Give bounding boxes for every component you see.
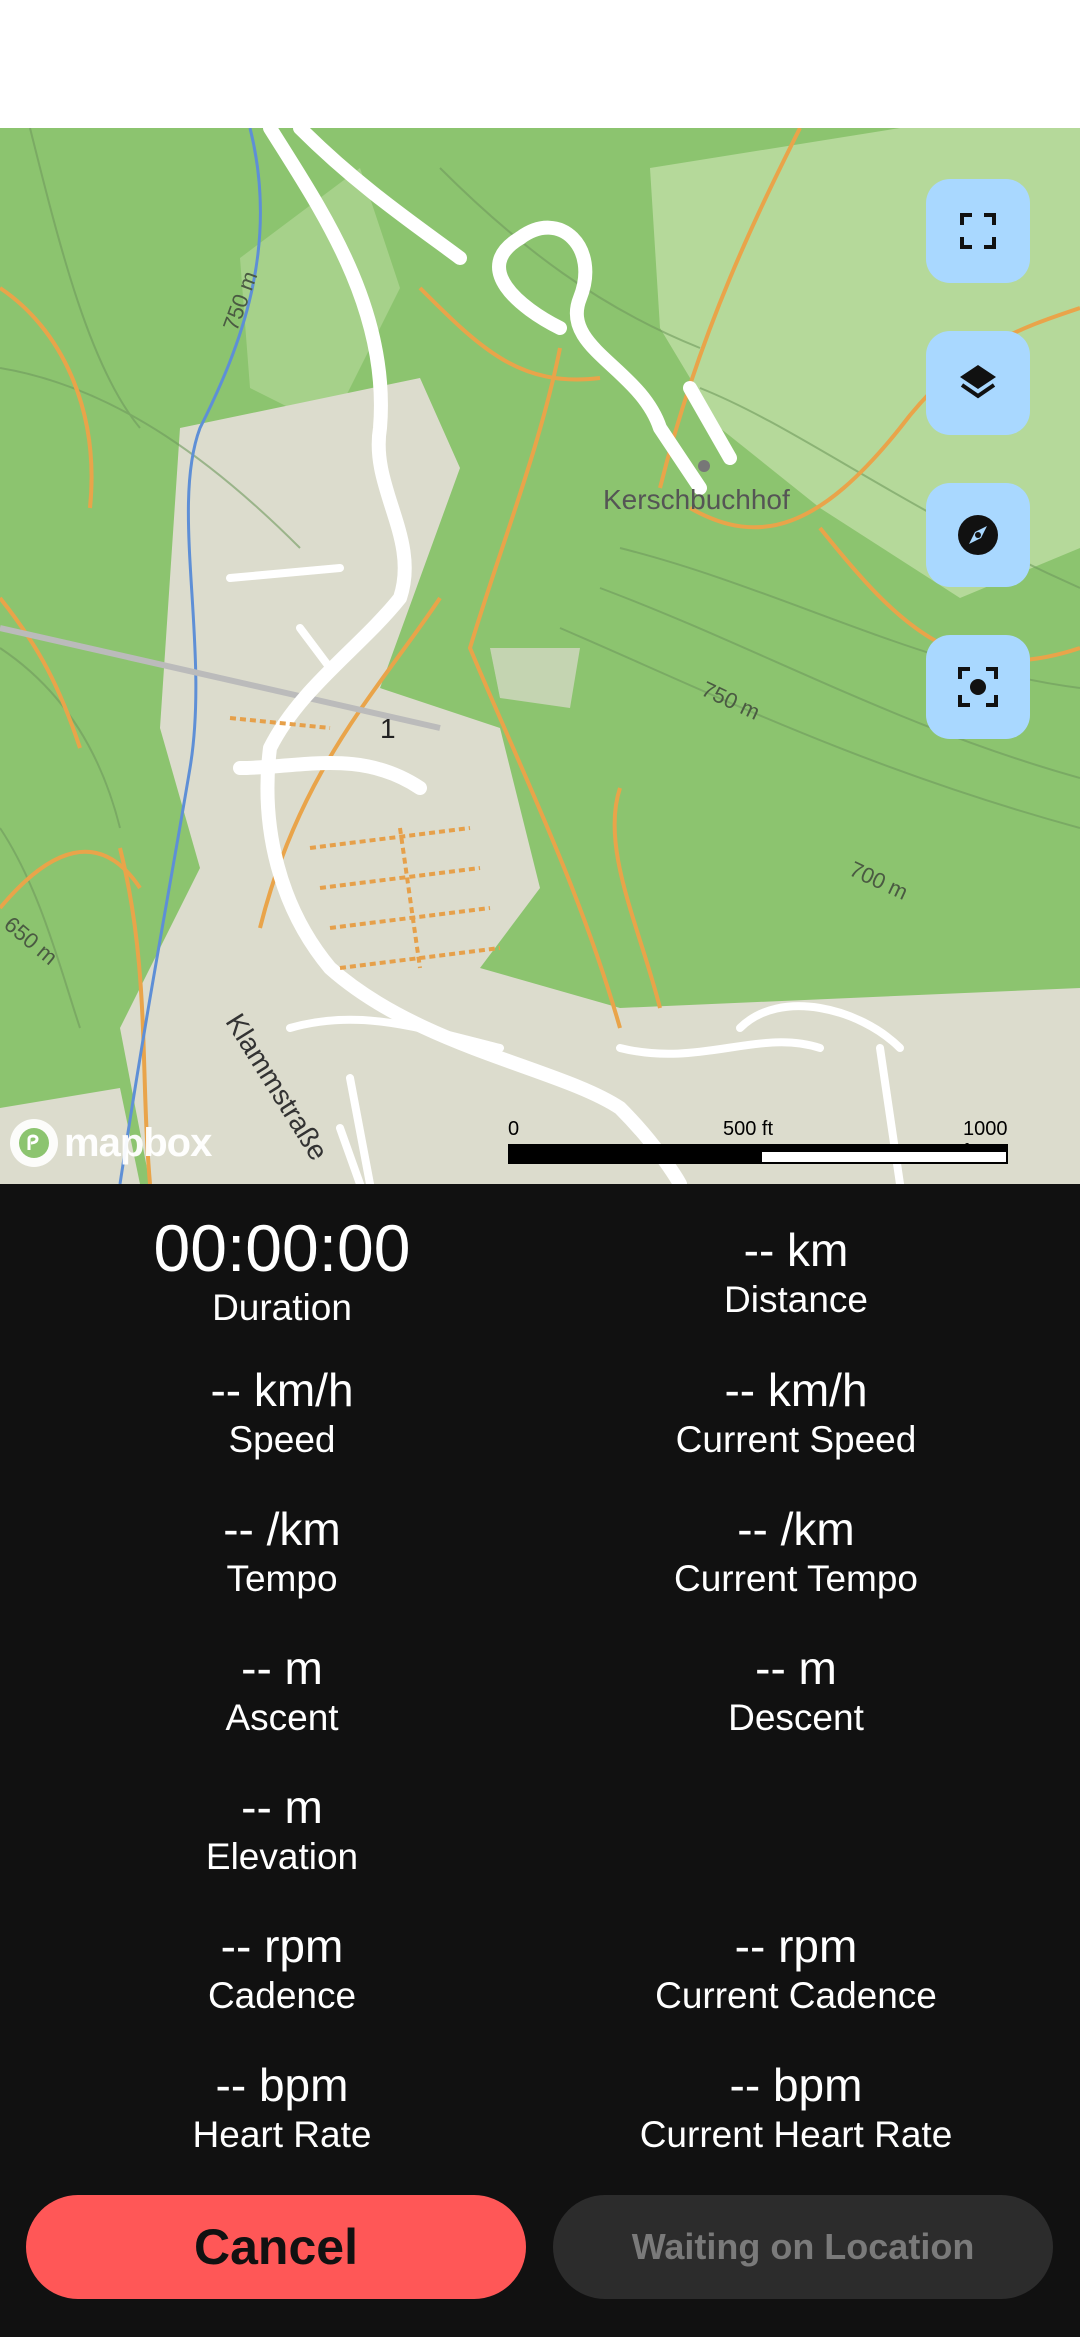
map-terrain bbox=[0, 128, 1080, 1184]
stat-value: -- /km bbox=[737, 1503, 855, 1555]
stat-elevation: -- m Elevation bbox=[12, 1781, 552, 1879]
stat-duration: 00:00:00 Duration bbox=[12, 1212, 552, 1330]
stat-current-cadence: -- rpm Current Cadence bbox=[526, 1920, 1066, 2018]
cancel-button[interactable]: Cancel bbox=[26, 2195, 526, 2299]
stat-label: Duration bbox=[212, 1287, 352, 1328]
stat-label: Elevation bbox=[205, 1836, 359, 1877]
stat-label: Current Tempo bbox=[673, 1558, 919, 1599]
center-location-icon bbox=[958, 667, 998, 707]
stat-value: -- /km bbox=[223, 1503, 341, 1555]
fullscreen-icon bbox=[960, 213, 996, 249]
stat-value: -- km bbox=[743, 1224, 849, 1276]
stat-label: Current Speed bbox=[675, 1419, 917, 1460]
stat-current-tempo: -- /km Current Tempo bbox=[526, 1503, 1066, 1601]
stat-value: -- bpm bbox=[215, 2059, 349, 2111]
stat-label: Tempo bbox=[226, 1558, 338, 1599]
stat-label: Speed bbox=[228, 1419, 336, 1460]
compass-icon bbox=[958, 515, 998, 555]
stat-label: Cadence bbox=[207, 1975, 357, 2016]
stat-speed: -- km/h Speed bbox=[12, 1364, 552, 1462]
stat-label: Heart Rate bbox=[192, 2114, 372, 2155]
stat-label: Distance bbox=[724, 1279, 868, 1320]
stat-ascent: -- m Ascent bbox=[12, 1642, 552, 1740]
stat-distance: -- km Distance bbox=[526, 1224, 1066, 1322]
stat-label: Current Heart Rate bbox=[639, 2114, 953, 2155]
stat-descent: -- m Descent bbox=[526, 1642, 1066, 1740]
route-number-label: 1 bbox=[380, 713, 396, 744]
place-label: Kerschbuchhof bbox=[603, 484, 790, 515]
fullscreen-button[interactable] bbox=[926, 179, 1030, 283]
stat-value: -- m bbox=[241, 1642, 323, 1694]
status-bar bbox=[0, 0, 1080, 128]
stat-value: -- rpm bbox=[734, 1920, 858, 1972]
map-scale-bar: 0 500 ft 1000 ft bbox=[508, 1118, 1008, 1164]
stat-heart-rate: -- bpm Heart Rate bbox=[12, 2059, 552, 2157]
stat-current-heart-rate: -- bpm Current Heart Rate bbox=[526, 2059, 1066, 2157]
layers-icon bbox=[960, 365, 996, 399]
stat-value: -- m bbox=[755, 1642, 837, 1694]
stat-label: Current Cadence bbox=[655, 1975, 937, 2016]
mapbox-attribution[interactable]: mapbox bbox=[10, 1119, 212, 1167]
stat-value: -- m bbox=[241, 1781, 323, 1833]
stat-value: -- km/h bbox=[210, 1364, 354, 1416]
center-location-button[interactable] bbox=[926, 635, 1030, 739]
stat-cadence: -- rpm Cadence bbox=[12, 1920, 552, 2018]
stat-label: Descent bbox=[728, 1697, 864, 1738]
stat-label: Ascent bbox=[225, 1697, 339, 1738]
stat-value: -- km/h bbox=[724, 1364, 868, 1416]
mapbox-logo-icon bbox=[10, 1119, 58, 1167]
map-view[interactable]: Kerschbuchhof Klammstraße 1 750 m 750 m … bbox=[0, 128, 1080, 1184]
stat-value: -- rpm bbox=[220, 1920, 344, 1972]
scale-label: 0 bbox=[508, 1118, 520, 1140]
stat-tempo: -- /km Tempo bbox=[12, 1503, 552, 1601]
scale-label: 500 ft bbox=[723, 1118, 774, 1140]
waiting-on-location-button[interactable]: Waiting on Location bbox=[553, 2195, 1053, 2299]
compass-button[interactable] bbox=[926, 483, 1030, 587]
stat-value: 00:00:00 bbox=[153, 1211, 411, 1285]
mapbox-wordmark: mapbox bbox=[64, 1120, 212, 1165]
layers-button[interactable] bbox=[926, 331, 1030, 435]
stat-value: -- bpm bbox=[729, 2059, 863, 2111]
stat-current-speed: -- km/h Current Speed bbox=[526, 1364, 1066, 1462]
